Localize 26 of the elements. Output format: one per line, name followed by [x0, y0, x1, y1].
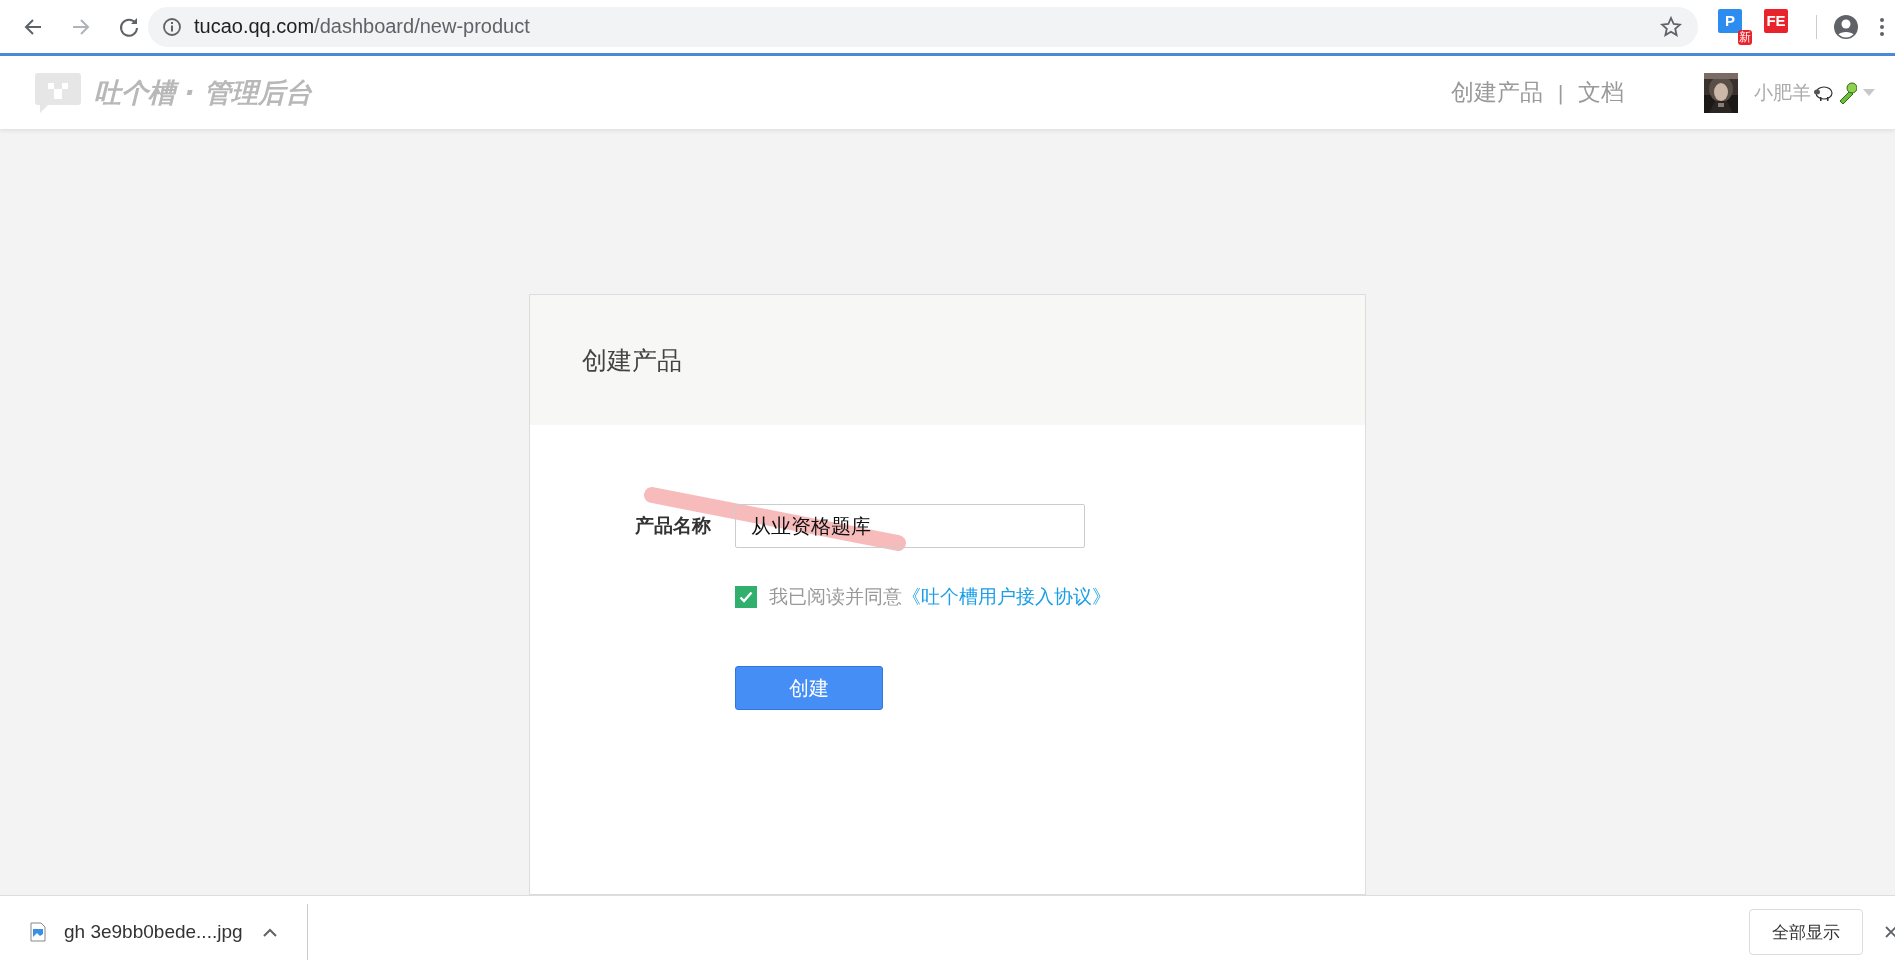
download-item[interactable]: gh 3e9bb0bede....jpg — [30, 921, 307, 943]
agreement-checkbox[interactable] — [735, 586, 757, 608]
show-all-button[interactable]: 全部显示 — [1749, 909, 1863, 955]
more-icon[interactable] — [1879, 15, 1885, 38]
url-text: tucao.qq.com/dashboard/new-product — [194, 15, 530, 38]
sheep-icon — [1813, 83, 1835, 102]
profile-icon[interactable] — [1833, 13, 1859, 40]
nav-separator: | — [1557, 80, 1564, 105]
star-icon[interactable] — [1660, 15, 1682, 38]
create-button[interactable]: 创建 — [735, 666, 883, 710]
nav-link[interactable]: 文档 — [1578, 77, 1624, 108]
chat-logo-icon — [34, 70, 82, 115]
caret-up-icon[interactable] — [262, 927, 277, 937]
card-title: 创建产品 — [582, 344, 682, 377]
site-logo-text: 吐个槽 · 管理后台 — [94, 75, 313, 110]
address-bar[interactable]: tucao.qq.com/dashboard/new-product — [148, 6, 1698, 47]
close-icon[interactable] — [1885, 926, 1895, 938]
image-file-icon — [30, 922, 46, 942]
checkmark-icon — [739, 591, 753, 603]
agreement-link[interactable]: 《吐个槽用户接入协议》 — [902, 584, 1111, 610]
agreement-text: 我已阅读并同意 — [769, 584, 902, 609]
info-icon[interactable] — [162, 16, 182, 37]
nav-link[interactable]: 创建产品 — [1451, 77, 1544, 108]
field-label: 产品名称 — [635, 513, 712, 538]
product-name-field[interactable]: 从业资格题库 — [735, 504, 1085, 548]
user-name[interactable]: 小肥羊 — [1754, 79, 1811, 106]
